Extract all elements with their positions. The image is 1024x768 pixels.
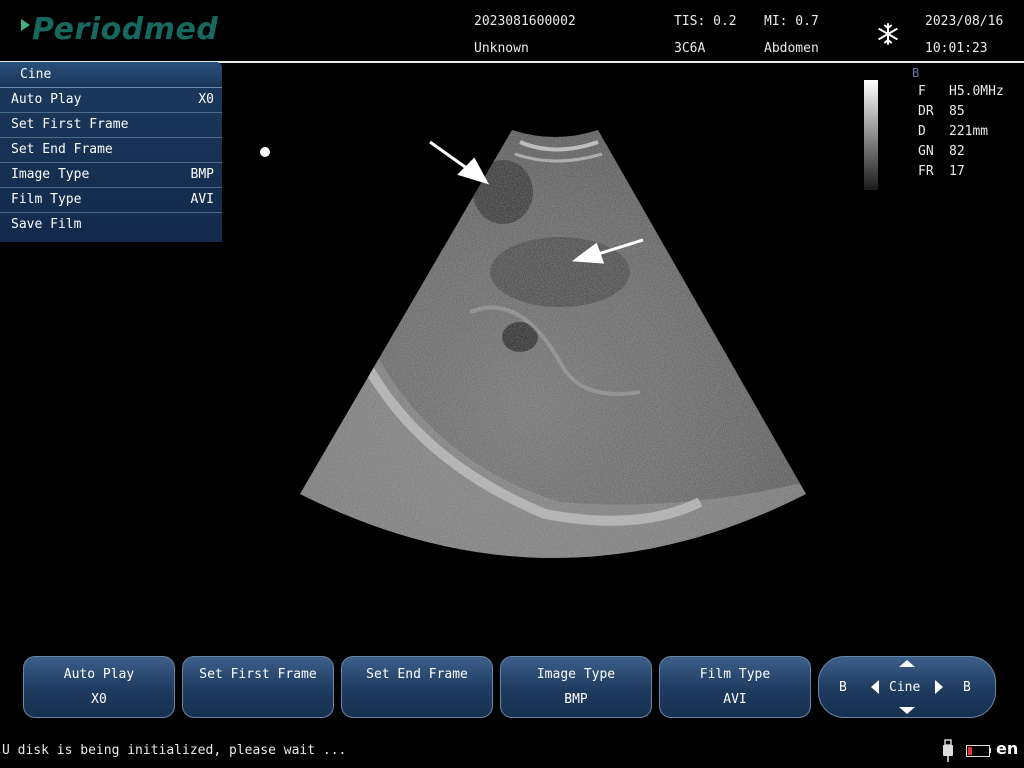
tis-readout: TIS: 0.2 (674, 14, 737, 29)
film-type-button[interactable]: Film Type AVI (659, 656, 811, 718)
param-row: F H5.0MHz (918, 84, 1004, 99)
probe-name: 3C6A (674, 41, 706, 56)
preset-name: Abdomen (764, 41, 819, 56)
arrow-up-icon[interactable] (899, 660, 915, 667)
auto-play-button[interactable]: Auto Play X0 (23, 656, 175, 718)
menu-item-set-first-frame[interactable]: Set First Frame (0, 113, 222, 138)
menu-item-set-end-frame[interactable]: Set End Frame (0, 138, 222, 163)
imaging-params: B F H5.0MHz DR 85 D 221mm GN 82 FR 17 (912, 66, 1004, 182)
patient-id: 2023081600002 (474, 14, 576, 29)
menu-item-auto-play[interactable]: Auto Play X0 (0, 88, 222, 113)
status-message: U disk is being initialized, please wait… (2, 743, 347, 758)
set-end-frame-button[interactable]: Set End Frame (341, 656, 493, 718)
set-first-frame-button[interactable]: Set First Frame (182, 656, 334, 718)
date: 2023/08/16 (925, 14, 1004, 29)
image-type-button[interactable]: Image Type BMP (500, 656, 652, 718)
usb-icon (943, 739, 953, 762)
grayscale-bar (864, 80, 878, 190)
imaging-mode: B (912, 66, 920, 80)
param-row: FR 17 (918, 164, 965, 179)
language-indicator[interactable]: en (996, 739, 1018, 758)
cine-nav-pad[interactable]: B Cine B (818, 656, 996, 718)
arrow-down-icon[interactable] (899, 707, 915, 714)
patient-name: Unknown (474, 41, 529, 56)
snowflake-icon (878, 23, 898, 45)
focus-marker (260, 147, 270, 157)
cine-menu-title[interactable]: Cine (0, 62, 222, 88)
param-row: GN 82 (918, 144, 965, 159)
arrow-right-icon[interactable] (935, 680, 943, 694)
param-row: D 221mm (918, 124, 989, 139)
arrow-left-icon[interactable] (871, 680, 879, 694)
battery-level (968, 747, 972, 755)
param-row: DR 85 (918, 104, 965, 119)
nav-right-label: B (963, 680, 971, 695)
header: Periodmed 2023081600002 Unknown TIS: 0.2… (0, 0, 1024, 62)
menu-item-film-type[interactable]: Film Type AVI (0, 188, 222, 213)
time: 10:01:23 (925, 41, 988, 56)
menu-item-save-film[interactable]: Save Film (0, 213, 222, 237)
battery-cap (989, 748, 991, 753)
cine-menu: Cine Auto Play X0 Set First Frame Set End… (0, 62, 222, 242)
nav-center-label: Cine (889, 680, 921, 695)
nav-left-label: B (839, 680, 847, 695)
mi-readout: MI: 0.7 (764, 14, 819, 29)
logo: Periodmed (32, 12, 219, 47)
menu-item-image-type[interactable]: Image Type BMP (0, 163, 222, 188)
